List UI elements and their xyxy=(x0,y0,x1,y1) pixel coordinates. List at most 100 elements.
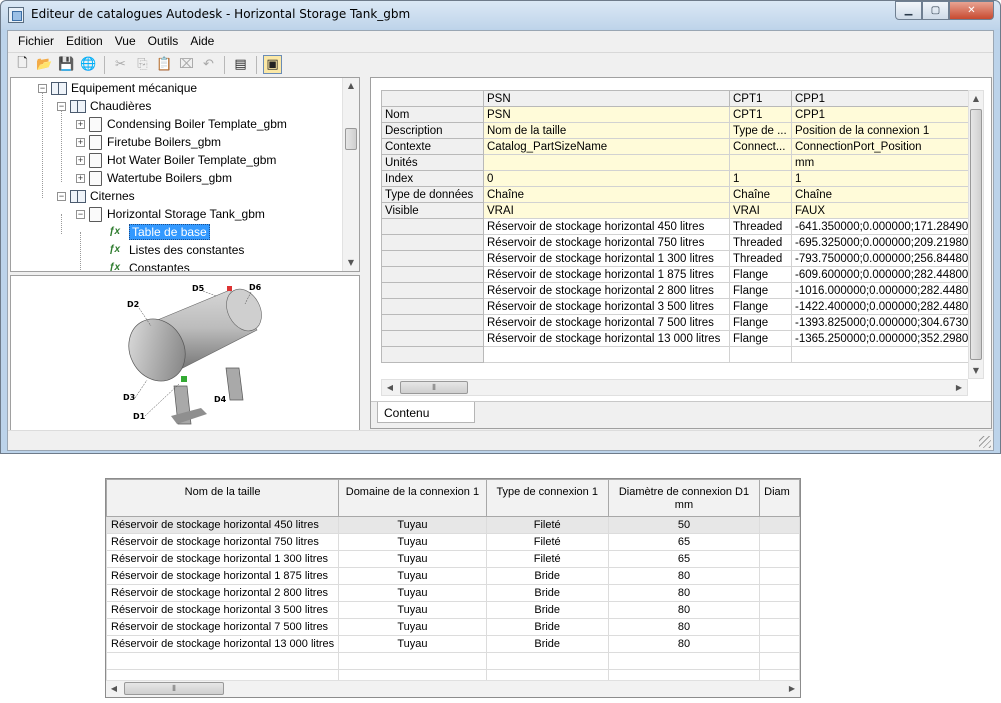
table-cell[interactable]: Tuyau xyxy=(338,567,487,585)
table-cell[interactable] xyxy=(759,516,800,534)
row-header[interactable] xyxy=(381,218,484,235)
scroll-thumb[interactable] xyxy=(970,109,982,360)
table-cell[interactable]: Fileté xyxy=(485,533,609,551)
row-header[interactable]: Description xyxy=(381,122,484,139)
grid-cell[interactable]: VRAI xyxy=(483,202,730,219)
table-cell[interactable]: 80 xyxy=(607,635,761,653)
table-cell[interactable]: Bride xyxy=(485,601,609,619)
tree-vertical-scrollbar[interactable]: ▲ ▼ xyxy=(342,78,359,271)
tree-item-condensing-boiler[interactable]: + Condensing Boiler Template_gbm xyxy=(76,115,287,133)
grid-cell[interactable]: Réservoir de stockage horizontal 1 300 l… xyxy=(483,250,730,267)
grid-corner-cell[interactable] xyxy=(381,90,484,107)
grid-cell[interactable]: -641.350000;0.000000;171.284900 xyxy=(791,218,979,235)
grid-cell[interactable]: Connect... xyxy=(729,138,792,155)
table-row[interactable]: Réservoir de stockage horizontal 750 lit… xyxy=(106,533,800,551)
tree-item-citernes[interactable]: − Citernes xyxy=(57,187,135,205)
row-header[interactable] xyxy=(381,298,484,315)
scroll-left-arrow-icon[interactable]: ◀ xyxy=(106,681,122,697)
scroll-right-arrow-icon[interactable]: ▶ xyxy=(784,681,800,697)
row-header[interactable]: Unités xyxy=(381,154,484,171)
grid-cell[interactable]: Chaîne xyxy=(729,186,792,203)
row-header[interactable]: Type de données xyxy=(381,186,484,203)
grid-cell[interactable]: Position de la connexion 1 xyxy=(791,122,979,139)
tree-item-watertube-boilers[interactable]: + Watertube Boilers_gbm xyxy=(76,169,232,187)
grid-cell[interactable] xyxy=(729,154,792,171)
column-header-diametre-truncated[interactable]: Diam xyxy=(759,479,800,517)
grid-cell[interactable] xyxy=(729,346,792,363)
table-cell[interactable] xyxy=(607,652,761,670)
table-cell[interactable] xyxy=(106,652,340,670)
table-cell[interactable]: Tuyau xyxy=(338,533,487,551)
grid-cell[interactable]: Chaîne xyxy=(791,186,979,203)
grid-cell[interactable]: -1016.000000;0.000000;282.44800 xyxy=(791,282,979,299)
grid-cell[interactable]: Réservoir de stockage horizontal 2 800 l… xyxy=(483,282,730,299)
tree-item-horizontal-storage-tank[interactable]: − Horizontal Storage Tank_gbm xyxy=(76,205,265,223)
grid-cell[interactable]: Threaded xyxy=(729,250,792,267)
publish-icon[interactable]: 🌐 xyxy=(79,55,98,74)
grid-cell[interactable]: -609.600000;0.000000;282.448000 xyxy=(791,266,979,283)
minimize-button[interactable]: ▁ xyxy=(895,1,922,20)
grid-cell[interactable]: Catalog_PartSizeName xyxy=(483,138,730,155)
table-cell[interactable]: Réservoir de stockage horizontal 1 875 l… xyxy=(106,567,340,585)
column-header-type-connexion-1[interactable]: Type de connexion 1 xyxy=(485,479,609,517)
cut-icon[interactable]: ✂ xyxy=(111,55,130,74)
grid-cell[interactable]: Réservoir de stockage horizontal 750 lit… xyxy=(483,234,730,251)
table-cell[interactable] xyxy=(338,652,487,670)
table-cell[interactable]: Réservoir de stockage horizontal 750 lit… xyxy=(106,533,340,551)
grid-horizontal-scrollbar[interactable]: ◀ ⦀ ▶ xyxy=(381,379,968,396)
table-cell[interactable]: 65 xyxy=(607,533,761,551)
table-cell[interactable]: Tuyau xyxy=(338,601,487,619)
table-cell[interactable]: Bride xyxy=(485,618,609,636)
table-cell[interactable]: 80 xyxy=(607,584,761,602)
table-cell[interactable]: Tuyau xyxy=(338,516,487,534)
tree-item-hot-water-boiler[interactable]: + Hot Water Boiler Template_gbm xyxy=(76,151,276,169)
grid-cell[interactable]: Flange xyxy=(729,314,792,331)
table-cell[interactable]: Tuyau xyxy=(338,618,487,636)
scroll-up-arrow-icon[interactable]: ▲ xyxy=(343,78,359,94)
scroll-right-arrow-icon[interactable]: ▶ xyxy=(951,380,967,396)
table-cell[interactable] xyxy=(759,533,800,551)
column-header-cpt1[interactable]: CPT1 xyxy=(729,90,792,107)
grid-cell[interactable]: -1422.400000;0.000000;282.44800 xyxy=(791,298,979,315)
scroll-down-arrow-icon[interactable]: ▼ xyxy=(343,255,359,271)
grid-cell[interactable]: Flange xyxy=(729,330,792,347)
grid-cell[interactable]: Threaded xyxy=(729,218,792,235)
menu-fichier[interactable]: Fichier xyxy=(12,34,60,48)
maximize-button[interactable]: ▢ xyxy=(922,1,949,20)
table-row[interactable] xyxy=(106,652,800,670)
size-table-horizontal-scrollbar[interactable]: ◀ ⦀ ▶ xyxy=(106,680,800,697)
table-row[interactable]: Réservoir de stockage horizontal 13 000 … xyxy=(106,635,800,653)
column-header-diametre-connexion-d1[interactable]: Diamètre de connexion D1 mm xyxy=(607,479,761,517)
tree-item-constantes[interactable]: ƒx Constantes xyxy=(109,259,190,271)
expand-icon[interactable]: + xyxy=(76,137,85,147)
table-cell[interactable]: Bride xyxy=(485,567,609,585)
grid-cell[interactable]: 0 xyxy=(483,170,730,187)
grid-cell[interactable]: PSN xyxy=(483,106,730,123)
row-header[interactable]: Index xyxy=(381,170,484,187)
grid-cell[interactable]: -793.750000;0.000000;256.844800 xyxy=(791,250,979,267)
table-cell[interactable] xyxy=(759,567,800,585)
grid-cell[interactable]: Réservoir de stockage horizontal 450 lit… xyxy=(483,218,730,235)
table-cell[interactable]: 50 xyxy=(607,516,761,534)
table-cell[interactable]: Fileté xyxy=(485,550,609,568)
menu-vue[interactable]: Vue xyxy=(109,34,142,48)
grid-cell[interactable]: -1365.250000;0.000000;352.29800 xyxy=(791,330,979,347)
grid-cell[interactable]: VRAI xyxy=(729,202,792,219)
table-cell[interactable]: Tuyau xyxy=(338,550,487,568)
row-header[interactable]: Contexte xyxy=(381,138,484,155)
column-header-cpp1[interactable]: CPP1 xyxy=(791,90,979,107)
grid-cell[interactable] xyxy=(483,154,730,171)
close-button[interactable]: ✕ xyxy=(949,1,994,20)
grid-cell[interactable]: Flange xyxy=(729,282,792,299)
row-header[interactable] xyxy=(381,314,484,331)
table-cell[interactable] xyxy=(485,652,609,670)
expand-icon[interactable]: + xyxy=(76,155,85,165)
table-cell[interactable]: 80 xyxy=(607,601,761,619)
open-folder-icon[interactable]: 📂 xyxy=(35,55,54,74)
row-header[interactable]: Nom xyxy=(381,106,484,123)
table-cell[interactable]: 65 xyxy=(607,550,761,568)
table-row[interactable]: Réservoir de stockage horizontal 1 300 l… xyxy=(106,550,800,568)
collapse-icon[interactable]: − xyxy=(57,101,66,111)
grid-cell[interactable] xyxy=(483,346,730,363)
scroll-up-arrow-icon[interactable]: ▲ xyxy=(968,91,984,107)
